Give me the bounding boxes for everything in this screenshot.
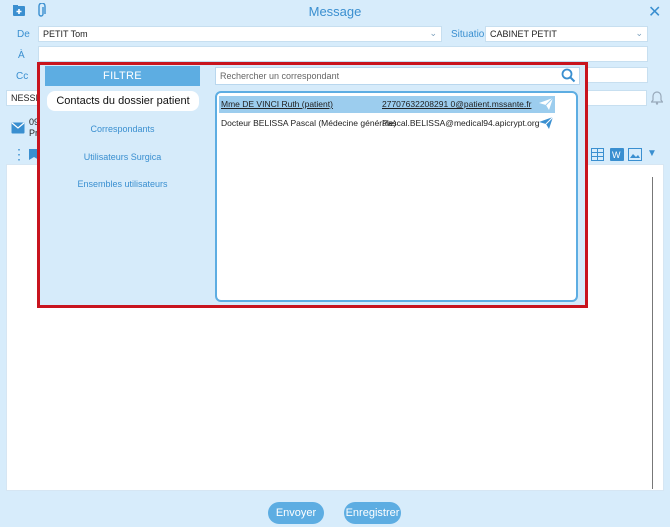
from-value: PETIT Tom: [43, 29, 88, 39]
from-select[interactable]: PETIT Tom ⌄: [38, 26, 442, 42]
from-label: De: [17, 29, 30, 40]
situation-value: CABINET PETIT: [490, 29, 557, 39]
envelope-icon: [11, 122, 25, 134]
filter-patient-contacts[interactable]: Contacts du dossier patient: [47, 91, 199, 111]
more-options-icon[interactable]: ⋮: [12, 147, 26, 161]
chevron-down-icon: ⌄: [635, 28, 643, 38]
search-input[interactable]: Rechercher un correspondant: [215, 67, 580, 85]
contact-name: Docteur BELISSA Pascal (Médecine général…: [221, 118, 397, 128]
filter-surgica-users[interactable]: Utilisateurs Surgica: [45, 152, 200, 162]
contact-name: Mme DE VINCI Ruth (patient): [221, 99, 333, 109]
to-field[interactable]: [38, 46, 648, 62]
contact-row[interactable]: Mme DE VINCI Ruth (patient) 277076322082…: [219, 96, 555, 113]
cc-label: Cc: [16, 71, 29, 82]
filter-user-groups[interactable]: Ensembles utilisateurs: [45, 179, 200, 189]
contact-row[interactable]: Docteur BELISSA Pascal (Médecine général…: [219, 115, 555, 132]
contact-email: Pascal.BELISSA@medical94.apicrypt.org: [382, 118, 540, 128]
filter-correspondants[interactable]: Correspondants: [45, 124, 200, 134]
window-title: Message: [308, 4, 362, 19]
send-button[interactable]: Envoyer: [268, 502, 324, 524]
svg-text:W: W: [612, 150, 621, 160]
word-icon[interactable]: W: [610, 148, 624, 161]
send-icon[interactable]: [539, 98, 553, 110]
chevron-down-icon: ⌄: [429, 28, 437, 38]
contact-email: 27707632208291 0@patient.mssante.fr: [382, 99, 532, 109]
bell-icon[interactable]: [651, 91, 663, 105]
image-icon[interactable]: [628, 148, 642, 161]
to-label: À: [18, 50, 25, 61]
save-button[interactable]: Enregistrer: [344, 502, 401, 524]
scrollbar[interactable]: [652, 177, 658, 489]
situation-select[interactable]: CABINET PETIT ⌄: [485, 26, 648, 42]
search-icon[interactable]: [561, 68, 576, 83]
table-icon[interactable]: [591, 148, 604, 161]
send-icon[interactable]: [539, 117, 553, 129]
close-icon[interactable]: ✕: [648, 2, 661, 22]
filter-header: FILTRE: [45, 66, 200, 86]
title-bar: Message ✕: [0, 0, 670, 22]
dropdown-arrow-icon[interactable]: ▼: [647, 148, 657, 159]
